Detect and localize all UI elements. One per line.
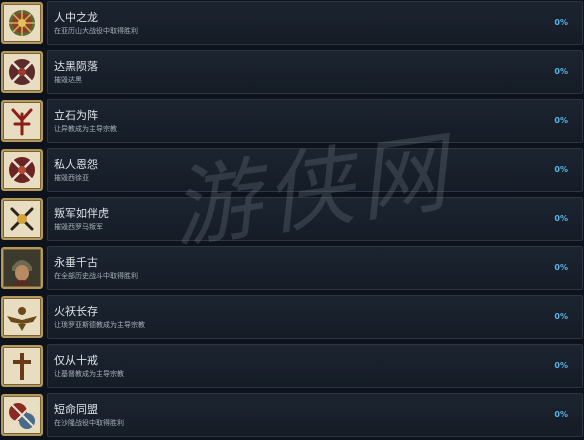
achievement-title: 人中之龙 [54,11,98,24]
achievement-percent: 0% [554,263,568,272]
crossed-swords-shield-icon [1,149,43,191]
helmet-warrior-portrait-icon [1,247,43,289]
achievement-description: 让异教成为主导宗教 [54,125,117,133]
achievement-description: 让基督教成为主导宗教 [54,370,124,378]
faravahar-icon [1,296,43,338]
achievement-percent: 0% [554,116,568,125]
achievement-percent: 0% [554,67,568,76]
achievement-percent: 0% [554,214,568,223]
achievement-description: 在亚历山大战役中取得胜利 [54,27,138,35]
achievement-row[interactable]: 人中之龙 在亚历山大战役中取得胜利 0% [0,0,584,46]
achievement-title: 永垂千古 [54,256,98,269]
crossed-swords-gold-icon [1,198,43,240]
achievement-panel: 立石为阵 让异教成为主导宗教 0% [47,99,583,143]
achievement-panel: 仅从十戒 让基督教成为主导宗教 0% [47,344,583,388]
achievement-percent: 0% [554,361,568,370]
achievement-title: 立石为阵 [54,109,98,122]
achievement-row[interactable]: 私人恩怨 摧毁西徐亚 0% [0,147,584,193]
achievement-row[interactable]: 永垂千古 在全部历史战斗中取得胜利 0% [0,245,584,291]
achievement-row[interactable]: 达黑陨落 摧毁达黑 0% [0,49,584,95]
crest-medallion-icon [1,2,43,44]
achievement-title: 火祆长存 [54,305,98,318]
broken-alliance-icon [1,394,43,436]
achievement-panel: 人中之龙 在亚历山大战役中取得胜利 0% [47,1,583,45]
achievement-percent: 0% [554,18,568,27]
achievement-row[interactable]: 仅从十戒 让基督教成为主导宗教 0% [0,343,584,389]
achievement-description: 摧毁达黑 [54,76,82,84]
achievement-row[interactable]: 火祆长存 让琐罗亚斯德教成为主导宗教 0% [0,294,584,340]
achievement-title: 短命同盟 [54,403,98,416]
achievement-panel: 永垂千古 在全部历史战斗中取得胜利 0% [47,246,583,290]
achievement-panel: 叛军如伴虎 摧毁西罗马叛军 0% [47,197,583,241]
achievement-percent: 0% [554,165,568,174]
achievement-description: 摧毁西罗马叛军 [54,223,103,231]
achievement-percent: 0% [554,410,568,419]
achievement-row[interactable]: 立石为阵 让异教成为主导宗教 0% [0,98,584,144]
crossed-swords-shield-icon [1,51,43,93]
achievement-description: 摧毁西徐亚 [54,174,89,182]
achievement-panel: 短命同盟 在沙隆战役中取得胜利 0% [47,393,583,437]
achievement-percent: 0% [554,312,568,321]
achievement-title: 仅从十戒 [54,354,98,367]
achievement-description: 在全部历史战斗中取得胜利 [54,272,138,280]
achievement-title: 叛军如伴虎 [54,207,109,220]
achievement-panel: 达黑陨落 摧毁达黑 0% [47,50,583,94]
achievement-row[interactable]: 短命同盟 在沙隆战役中取得胜利 0% [0,392,584,438]
achievement-title: 私人恩怨 [54,158,98,171]
achievement-panel: 私人恩怨 摧毁西徐亚 0% [47,148,583,192]
achievement-description: 在沙隆战役中取得胜利 [54,419,124,427]
cross-icon [1,345,43,387]
achievement-row[interactable]: 叛军如伴虎 摧毁西罗马叛军 0% [0,196,584,242]
achievement-panel: 火祆长存 让琐罗亚斯德教成为主导宗教 0% [47,295,583,339]
pagan-symbol-icon [1,100,43,142]
achievement-title: 达黑陨落 [54,60,98,73]
achievement-description: 让琐罗亚斯德教成为主导宗教 [54,321,145,329]
